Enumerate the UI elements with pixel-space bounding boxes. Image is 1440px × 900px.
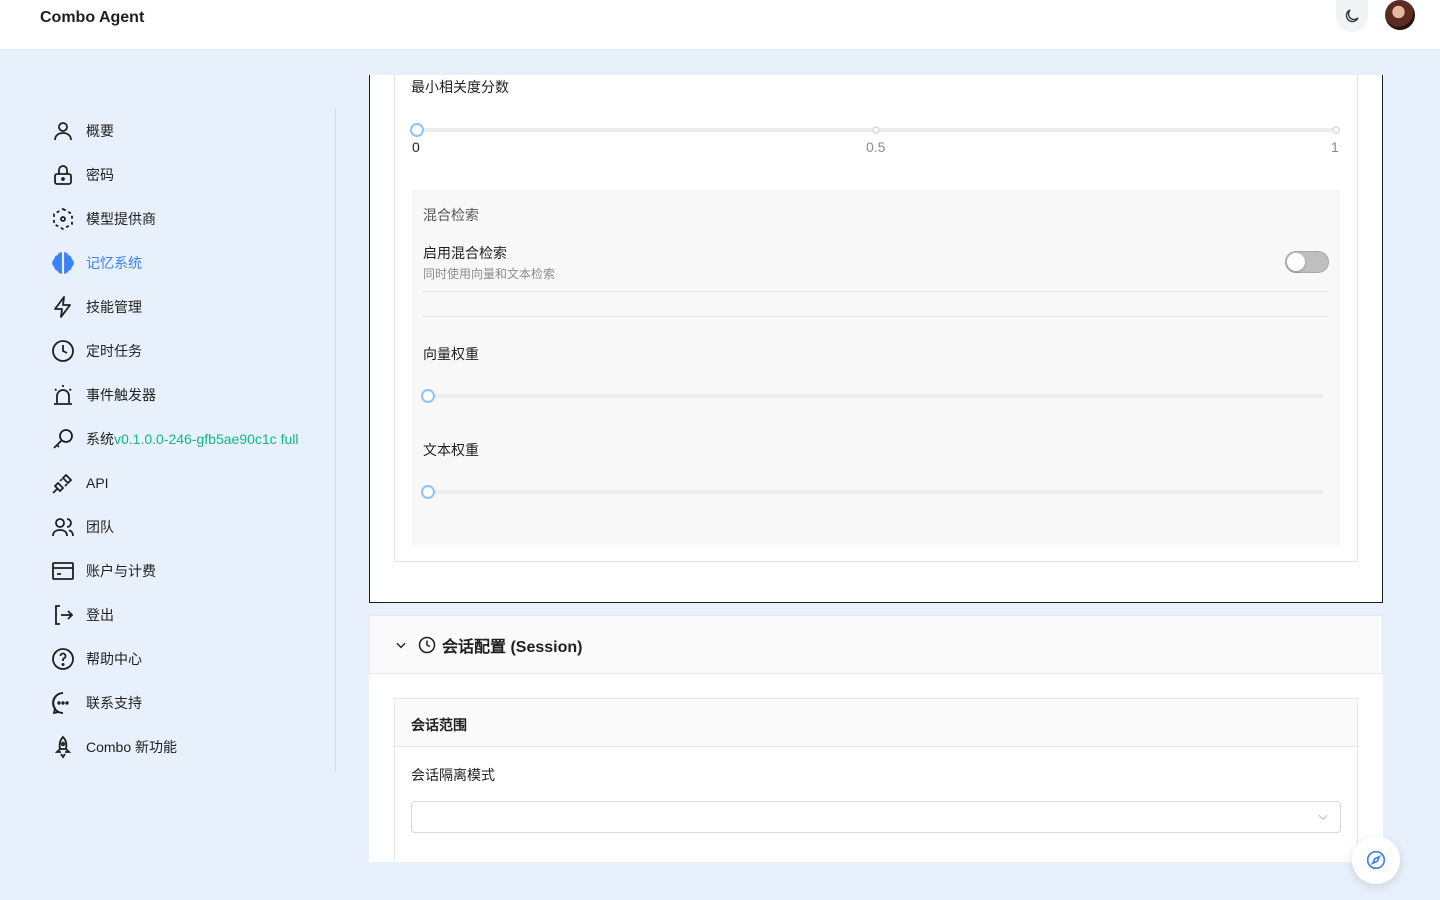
app-title: Combo Agent <box>40 9 145 26</box>
cube-icon <box>50 206 76 232</box>
system-label: 系统 <box>86 431 114 447</box>
lock-icon <box>50 162 76 188</box>
sidebar-item-label: 系统v0.1.0.0-246-gfb5ae90c1c full <box>86 429 298 449</box>
clock-icon <box>50 338 76 364</box>
version-text: v0.1.0.0-246-gfb5ae90c1c full <box>114 431 299 447</box>
logout-icon <box>50 602 76 628</box>
credit-card-icon <box>50 558 76 584</box>
session-config-title: 会话配置 (Session) <box>442 638 583 656</box>
avatar[interactable] <box>1385 0 1415 30</box>
toggle-knob <box>1287 253 1305 271</box>
rocket-icon <box>50 734 76 760</box>
sidebar-item-label: API <box>86 475 109 491</box>
slider-track <box>427 490 1324 494</box>
isolation-mode-select[interactable] <box>411 801 1341 833</box>
divider <box>423 291 1328 292</box>
key-icon <box>50 426 76 452</box>
sidebar-item-label: 密码 <box>86 167 114 183</box>
sidebar-item-label: 账户与计费 <box>86 563 156 579</box>
sidebar-item-label: 记忆系统 <box>86 255 142 271</box>
memory-config-panel: 最小相关度分数 0 0.5 1 混合检索 启用混合检索 同时使用向量和文本检索 … <box>369 75 1383 603</box>
lightning-icon <box>50 294 76 320</box>
slider-handle[interactable] <box>421 389 435 403</box>
hybrid-search-section: 混合检索 启用混合检索 同时使用向量和文本检索 向量权重 文本权重 <box>411 190 1341 545</box>
sidebar-item-label: 联系支持 <box>86 695 142 711</box>
sidebar-item-whats-new[interactable]: Combo 新功能 <box>50 731 177 763</box>
text-weight-label: 文本权重 <box>423 442 479 458</box>
user-icon <box>50 118 76 144</box>
plug-icon <box>50 470 76 496</box>
slider-mark <box>1332 126 1340 134</box>
isolation-mode-label: 会话隔离模式 <box>411 767 495 783</box>
session-scope-title: 会话范围 <box>395 699 1357 747</box>
sidebar-item-label: 登出 <box>86 607 114 623</box>
session-config-header[interactable]: 会话配置 (Session) <box>369 615 1383 674</box>
sidebar-item-label: 帮助中心 <box>86 651 142 667</box>
sidebar: 概要 密码 模型提供商 记忆系统 技能管理 定时任务 事件触发器 系统v0.1.… <box>0 108 336 772</box>
vector-weight-label: 向量权重 <box>423 346 479 362</box>
sidebar-item-contact-support[interactable]: 联系支持 <box>50 687 142 719</box>
sidebar-item-label: Combo 新功能 <box>86 739 178 755</box>
slider-track <box>427 394 1324 398</box>
slider-handle[interactable] <box>410 123 424 137</box>
sidebar-item-model-providers[interactable]: 模型提供商 <box>50 203 156 235</box>
sidebar-item-label: 概要 <box>86 123 114 139</box>
sidebar-item-label: 模型提供商 <box>86 211 156 227</box>
chat-icon <box>50 690 76 716</box>
tick-label: 0.5 <box>866 139 886 155</box>
chevron-down-icon <box>394 638 408 652</box>
session-scope-card: 会话范围 会话隔离模式 <box>394 698 1358 862</box>
session-config-body: 会话范围 会话隔离模式 <box>369 674 1383 862</box>
chevron-down-icon <box>1316 810 1330 824</box>
sidebar-item-overview[interactable]: 概要 <box>50 115 114 147</box>
sidebar-item-memory[interactable]: 记忆系统 <box>50 247 142 279</box>
sidebar-item-label: 团队 <box>86 519 114 535</box>
sidebar-item-scheduled-tasks[interactable]: 定时任务 <box>50 335 142 367</box>
slider-handle[interactable] <box>421 485 435 499</box>
sidebar-item-help-center[interactable]: 帮助中心 <box>50 643 142 675</box>
compass-button[interactable] <box>1352 836 1400 884</box>
help-icon <box>50 646 76 672</box>
divider <box>423 316 1328 317</box>
sidebar-item-label: 事件触发器 <box>86 387 156 403</box>
sidebar-item-team[interactable]: 团队 <box>50 511 114 543</box>
sidebar-item-system[interactable]: 系统v0.1.0.0-246-gfb5ae90c1c full <box>50 423 298 455</box>
sidebar-item-label: 技能管理 <box>86 299 142 315</box>
compass-icon <box>1366 850 1386 870</box>
tick-label: 0 <box>412 139 420 155</box>
hybrid-section-title: 混合检索 <box>423 207 479 223</box>
sidebar-item-skills[interactable]: 技能管理 <box>50 291 142 323</box>
sidebar-item-label: 定时任务 <box>86 343 142 359</box>
slider-mark <box>872 126 880 134</box>
top-bar: Combo Agent <box>0 0 1440 50</box>
sidebar-item-event-triggers[interactable]: 事件触发器 <box>50 379 156 411</box>
alarm-icon <box>50 382 76 408</box>
enable-hybrid-toggle[interactable] <box>1285 251 1329 273</box>
enable-hybrid-label: 启用混合检索 <box>423 245 507 261</box>
theme-toggle-button[interactable] <box>1336 0 1368 32</box>
min-score-label: 最小相关度分数 <box>411 79 509 95</box>
sidebar-item-logout[interactable]: 登出 <box>50 599 114 631</box>
moon-icon <box>1345 9 1359 23</box>
clock-icon <box>418 636 436 654</box>
enable-hybrid-description: 同时使用向量和文本检索 <box>423 267 556 281</box>
retrieval-settings-card: 最小相关度分数 0 0.5 1 混合检索 启用混合检索 同时使用向量和文本检索 … <box>394 75 1358 562</box>
sidebar-item-billing[interactable]: 账户与计费 <box>50 555 156 587</box>
sidebar-item-password[interactable]: 密码 <box>50 159 114 191</box>
sidebar-item-api[interactable]: API <box>50 467 109 499</box>
tick-label: 1 <box>1331 139 1339 155</box>
brain-icon <box>50 250 76 276</box>
users-icon <box>50 514 76 540</box>
